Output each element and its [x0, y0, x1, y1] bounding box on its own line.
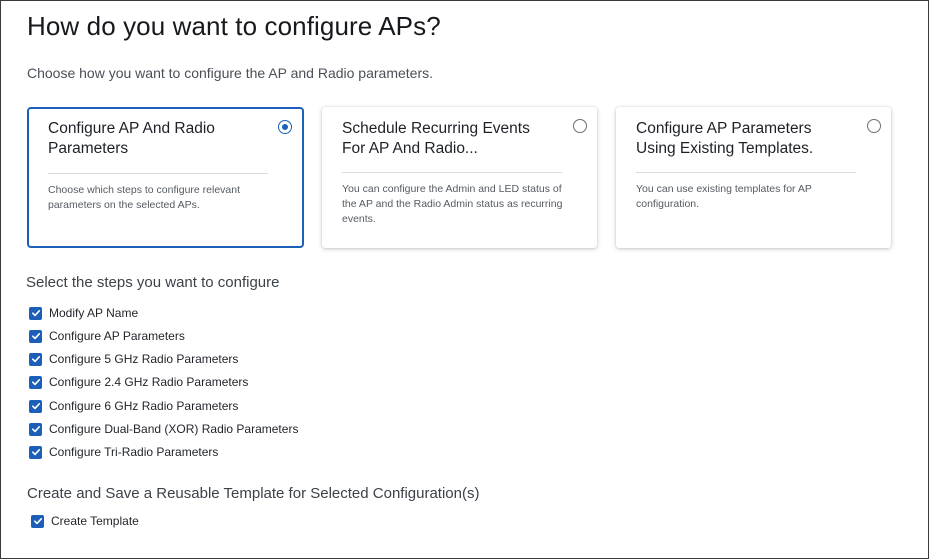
option-card-existing-templates[interactable]: Configure AP Parameters Using Existing T…: [616, 107, 891, 248]
create-template-label: Create Template: [51, 514, 139, 528]
checkbox-checked[interactable]: [29, 352, 42, 366]
step-configure-24ghz[interactable]: Configure 2.4 GHz Radio Parameters: [29, 373, 248, 391]
page-title: How do you want to configure APs?: [27, 11, 441, 41]
checkbox-checked[interactable]: [29, 329, 42, 343]
checkbox-checked[interactable]: [29, 306, 42, 320]
step-label: Modify AP Name: [49, 306, 139, 320]
step-label: Configure Dual-Band (XOR) Radio Paramete…: [49, 422, 299, 436]
create-template-option[interactable]: Create Template: [31, 512, 139, 530]
step-label: Configure 2.4 GHz Radio Parameters: [49, 375, 249, 389]
checkbox-checked[interactable]: [29, 399, 42, 413]
option-card-description: You can configure the Admin and LED stat…: [342, 183, 563, 225]
option-card-title: Configure AP Parameters Using Existing T…: [636, 120, 814, 157]
steps-section-title: Select the steps you want to configure: [26, 274, 280, 291]
checkbox-checked[interactable]: [31, 514, 44, 528]
checkbox-checked[interactable]: [29, 422, 42, 436]
card-divider: [636, 172, 856, 173]
step-configure-6ghz[interactable]: Configure 6 GHz Radio Parameters: [29, 397, 238, 415]
step-label: Configure Tri-Radio Parameters: [49, 445, 219, 459]
option-card-configure-ap-radio[interactable]: Configure AP And Radio Parameters Choose…: [27, 107, 304, 248]
step-label: Configure 5 GHz Radio Parameters: [49, 352, 239, 366]
step-modify-ap-name[interactable]: Modify AP Name: [29, 304, 138, 322]
checkbox-checked[interactable]: [29, 445, 42, 459]
step-label: Configure 6 GHz Radio Parameters: [49, 399, 239, 413]
option-card-schedule-recurring[interactable]: Schedule Recurring Events For AP And Rad…: [322, 107, 597, 248]
step-configure-tri-radio[interactable]: Configure Tri-Radio Parameters: [29, 443, 218, 461]
option-card-title: Configure AP And Radio Parameters: [48, 120, 215, 157]
option-radio-selected[interactable]: [278, 120, 292, 134]
step-configure-xor[interactable]: Configure Dual-Band (XOR) Radio Paramete…: [29, 420, 298, 438]
card-divider: [342, 172, 562, 173]
option-card-description: Choose which steps to configure relevant…: [48, 184, 241, 211]
step-configure-5ghz[interactable]: Configure 5 GHz Radio Parameters: [29, 350, 238, 368]
option-radio[interactable]: [573, 119, 587, 133]
step-label: Configure AP Parameters: [49, 329, 185, 343]
option-card-title: Schedule Recurring Events For AP And Rad…: [342, 120, 530, 157]
template-section-title: Create and Save a Reusable Template for …: [27, 485, 480, 502]
card-divider: [48, 173, 268, 174]
wizard-panel: How do you want to configure APs? Choose…: [0, 0, 929, 559]
step-configure-ap-parameters[interactable]: Configure AP Parameters: [29, 327, 185, 345]
checkbox-checked[interactable]: [29, 375, 42, 389]
page-subtitle: Choose how you want to configure the AP …: [27, 65, 433, 81]
option-card-description: You can use existing templates for AP co…: [636, 183, 812, 210]
option-radio[interactable]: [867, 119, 881, 133]
